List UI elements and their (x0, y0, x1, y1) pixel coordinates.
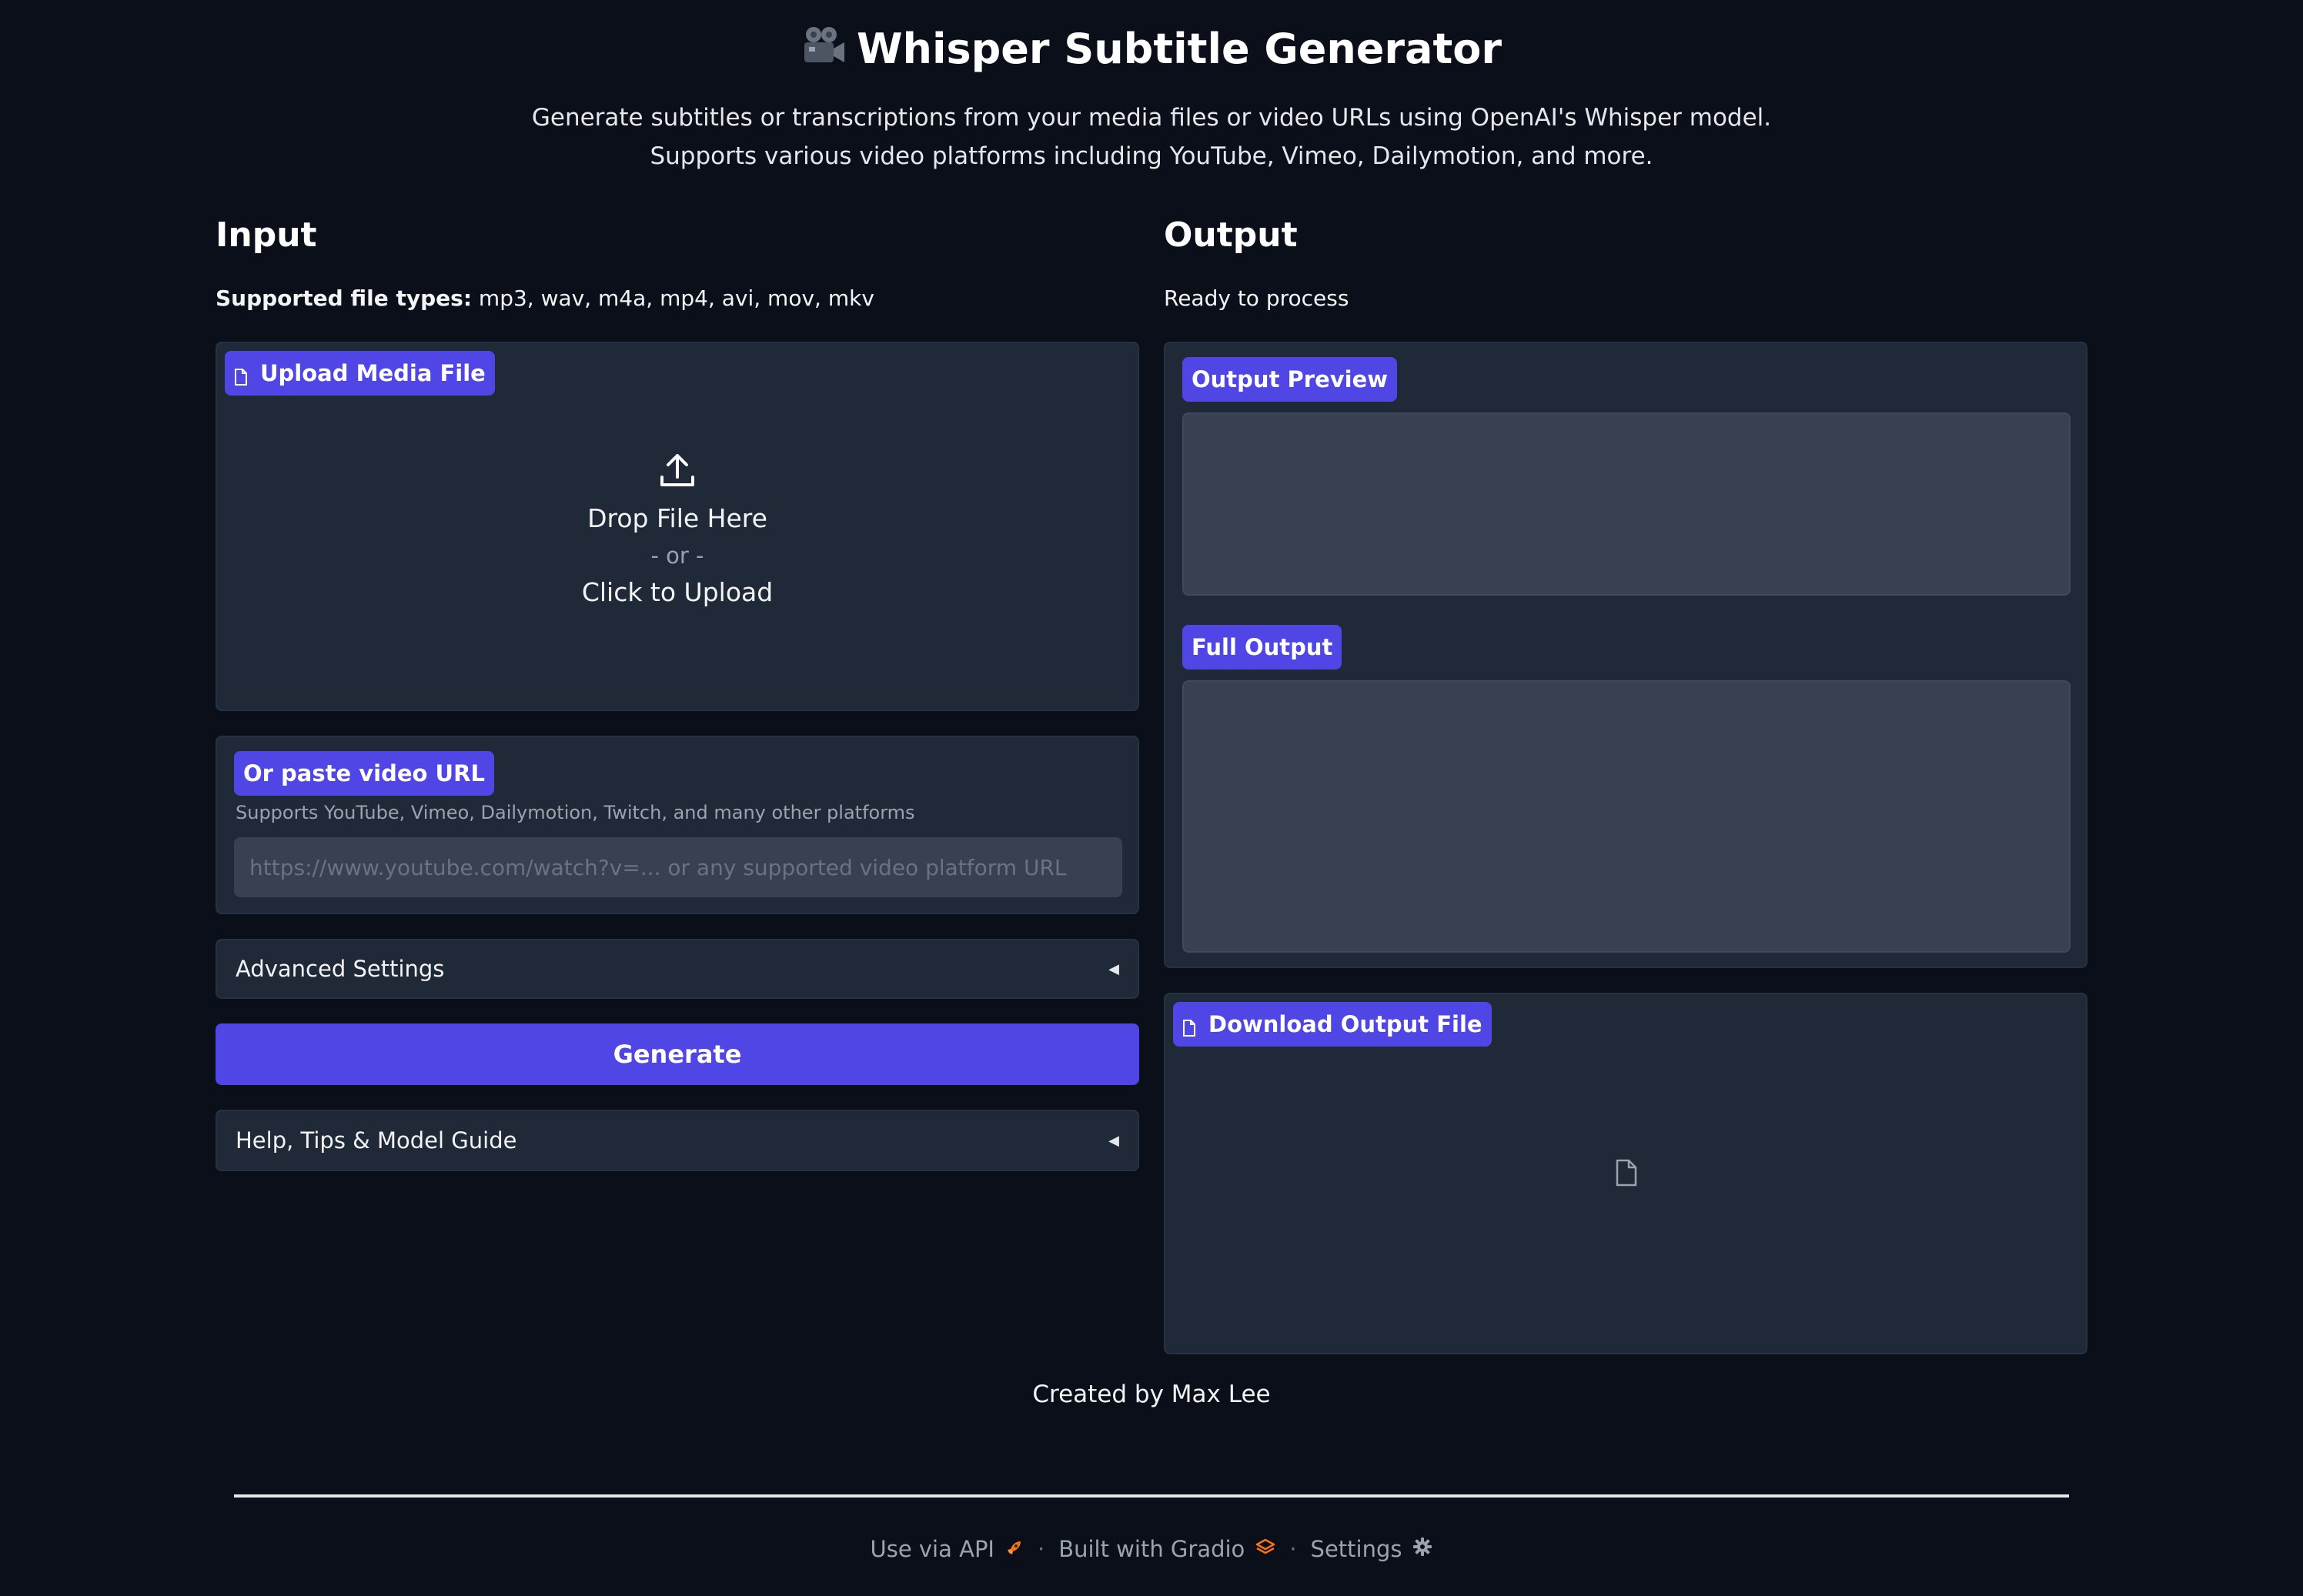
use-via-api-link[interactable]: Use via API (871, 1536, 1024, 1562)
download-label: Download Output File (1173, 1002, 1492, 1047)
url-label-text: Or paste video URL (243, 760, 485, 786)
separator-dot: · (1289, 1536, 1297, 1562)
output-preview-textarea[interactable] (1182, 412, 2071, 596)
input-heading: Input (216, 215, 317, 255)
or-text: - or - (650, 543, 704, 569)
footer-divider (234, 1494, 2069, 1498)
url-info-text: Supports YouTube, Vimeo, Dailymotion, Tw… (236, 802, 915, 823)
empty-file-icon (1615, 1159, 1638, 1190)
url-panel: Or paste video URL Supports YouTube, Vim… (216, 736, 1139, 914)
help-accordion[interactable]: Help, Tips & Model Guide ◀ (216, 1110, 1139, 1171)
caret-left-icon: ◀ (1108, 1132, 1119, 1149)
download-panel: Download Output File (1164, 993, 2087, 1354)
url-label: Or paste video URL (234, 751, 494, 796)
settings-label: Settings (1310, 1536, 1402, 1562)
generate-button[interactable]: Generate (216, 1023, 1139, 1085)
separator-dot: · (1037, 1536, 1045, 1562)
file-icon (234, 365, 248, 386)
full-output-label-text: Full Output (1192, 634, 1333, 660)
page-title: Whisper Subtitle Generator (0, 22, 2303, 79)
gradio-logo-icon (1255, 1536, 1275, 1562)
description-line-1: Generate subtitles or transcriptions fro… (531, 104, 1772, 132)
built-with-gradio-link[interactable]: Built with Gradio (1058, 1536, 1275, 1562)
upload-label: Upload Media File (225, 351, 495, 396)
file-icon (1182, 1016, 1196, 1037)
rocket-icon (1005, 1536, 1024, 1562)
download-label-text: Download Output File (1208, 1011, 1482, 1037)
built-with-gradio-label: Built with Gradio (1058, 1536, 1245, 1562)
gear-icon (1412, 1536, 1432, 1562)
drop-file-text: Drop File Here (587, 503, 767, 533)
status-text: Ready to process (1164, 285, 1349, 311)
movie-camera-icon (801, 24, 846, 79)
caret-left-icon: ◀ (1108, 960, 1119, 977)
full-output-label: Full Output (1182, 625, 1342, 669)
upload-panel[interactable]: Upload Media File Drop File Here - or - … (216, 342, 1139, 711)
settings-link[interactable]: Settings (1311, 1536, 1433, 1562)
footer-links: Use via API · Built with Gradio · Settin… (0, 1536, 2303, 1562)
full-output-textarea[interactable] (1182, 680, 2071, 953)
description-line-2: Supports various video platforms includi… (650, 142, 1653, 170)
output-heading: Output (1164, 215, 1298, 255)
output-preview-label: Output Preview (1182, 357, 1398, 402)
credit-text: Created by Max Lee (1032, 1381, 1271, 1408)
upload-label-text: Upload Media File (260, 360, 486, 386)
filetypes-value: mp3, wav, m4a, mp4, avi, mov, mkv (472, 285, 874, 311)
use-via-api-label: Use via API (870, 1536, 994, 1562)
supported-file-types: Supported file types: mp3, wav, m4a, mp4… (216, 283, 874, 314)
drop-zone[interactable]: Drop File Here - or - Click to Upload (217, 451, 1138, 611)
upload-icon (657, 451, 697, 494)
output-panel: Output Preview Full Output (1164, 342, 2087, 968)
page-title-text: Whisper Subtitle Generator (856, 25, 1502, 73)
page-description: Generate subtitles or transcriptions fro… (0, 98, 2303, 175)
advanced-settings-accordion[interactable]: Advanced Settings ◀ (216, 939, 1139, 999)
click-to-upload-text: Click to Upload (581, 577, 774, 607)
filetypes-label: Supported file types: (216, 285, 473, 311)
help-label: Help, Tips & Model Guide (236, 1127, 517, 1154)
video-url-input[interactable] (234, 837, 1122, 897)
output-preview-label-text: Output Preview (1192, 366, 1389, 392)
advanced-settings-label: Advanced Settings (236, 956, 445, 982)
